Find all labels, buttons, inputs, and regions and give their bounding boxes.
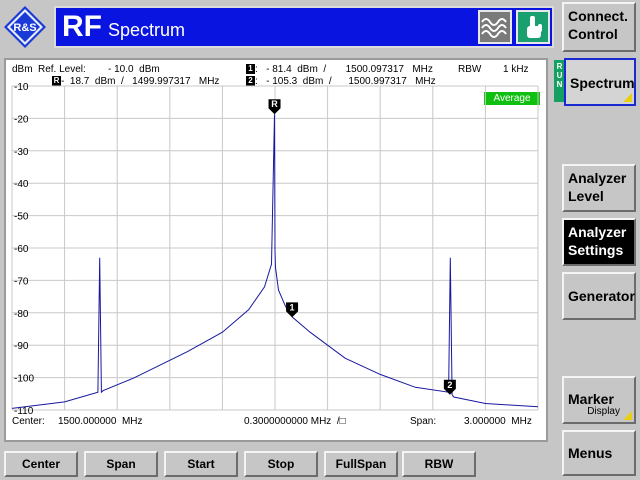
y-tick-label: -20 bbox=[14, 114, 29, 125]
instrument-screen: R&S RF Spectrum Connect. Control RUN Spe… bbox=[0, 0, 640, 480]
title-bar: RF Spectrum bbox=[54, 6, 554, 48]
y-tick-label: -70 bbox=[14, 276, 29, 287]
run-text: RUN bbox=[555, 62, 564, 89]
y-tick-label: -50 bbox=[14, 212, 29, 223]
center-button[interactable]: Center bbox=[4, 451, 78, 477]
softkey-sub-label: Display bbox=[587, 406, 620, 417]
rs-logo-icon: R&S bbox=[4, 6, 46, 48]
softkey-label: Settings bbox=[568, 242, 624, 258]
softkey-label: Control bbox=[568, 26, 618, 42]
generator-softkey[interactable]: Generator bbox=[562, 272, 636, 320]
softkey-label: Menus bbox=[568, 445, 613, 461]
softkey-label: Analyzer bbox=[568, 224, 627, 240]
center-value: 1500.000000 MHz bbox=[58, 416, 143, 427]
touch-hand-icon[interactable] bbox=[516, 10, 550, 44]
softkey-label: Generator bbox=[568, 288, 635, 304]
expand-corner-icon bbox=[623, 411, 632, 420]
y-tick-label: -10 bbox=[14, 82, 29, 93]
span-label: Span: bbox=[410, 416, 437, 427]
span-value: 3.000000 MHz bbox=[464, 416, 532, 427]
spectrum-chart: -10-20-30-40-50-60-70-80-90-100-110R12 bbox=[11, 82, 539, 417]
run-indicator: RUN bbox=[554, 60, 564, 102]
y-tick-label: -100 bbox=[14, 374, 34, 385]
connect-control-softkey[interactable]: Connect. Control bbox=[562, 2, 636, 52]
waveform-icon[interactable] bbox=[478, 10, 512, 44]
softkey-label: Connect. bbox=[568, 8, 628, 24]
y-tick-label: -60 bbox=[14, 244, 29, 255]
span-button[interactable]: Span bbox=[84, 451, 158, 477]
softkey-label: Level bbox=[568, 188, 604, 204]
app-title: RF bbox=[62, 10, 102, 43]
y-tick-label: -40 bbox=[14, 179, 29, 190]
fullspan-button[interactable]: FullSpan bbox=[324, 451, 398, 477]
analyzer-level-softkey[interactable]: Analyzer Level bbox=[562, 164, 636, 212]
spectrum-softkey[interactable]: Spectrum bbox=[564, 58, 636, 106]
marker-softkey[interactable]: Marker Display bbox=[562, 376, 636, 424]
rbw-button[interactable]: RBW bbox=[402, 451, 476, 477]
stop-button[interactable]: Stop bbox=[244, 451, 318, 477]
analyzer-settings-softkey[interactable]: Analyzer Settings bbox=[562, 218, 636, 266]
y-tick-label: -90 bbox=[14, 341, 29, 352]
marker-flag-label: 2 bbox=[447, 380, 452, 390]
division-value: 0.3000000000 MHz /□ bbox=[244, 416, 346, 427]
spectrum-plot-panel: dBm Ref. Level: - 10.0 dBm R- 18.7 dBm /… bbox=[4, 58, 548, 442]
marker-flag-label: 1 bbox=[290, 302, 295, 312]
softkey-label: Spectrum bbox=[570, 75, 635, 91]
marker-flag-label: R bbox=[271, 99, 278, 109]
marker-r: R bbox=[268, 99, 281, 115]
menus-softkey[interactable]: Menus bbox=[562, 430, 636, 476]
start-button[interactable]: Start bbox=[164, 451, 238, 477]
marker-2: 2 bbox=[443, 379, 456, 395]
logo-text: R&S bbox=[13, 22, 36, 34]
y-tick-label: -30 bbox=[14, 147, 29, 158]
softkey-label: Analyzer bbox=[568, 170, 627, 186]
center-label: Center: bbox=[12, 416, 45, 427]
y-tick-label: -80 bbox=[14, 309, 29, 320]
expand-corner-icon bbox=[623, 93, 632, 102]
marker-1: 1 bbox=[286, 302, 299, 318]
screen-title: Spectrum bbox=[108, 20, 186, 40]
